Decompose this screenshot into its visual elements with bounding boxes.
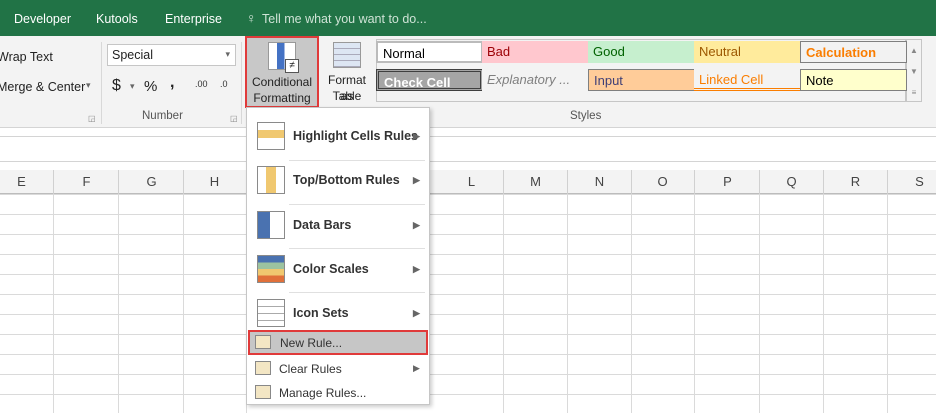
conditional-formatting-button[interactable]: ≠ Conditional Formatting xyxy=(245,36,319,108)
column-gridline xyxy=(567,194,568,413)
top-bottom-icon xyxy=(257,166,285,194)
column-header-p[interactable]: P xyxy=(696,170,760,194)
scroll-up-icon[interactable]: ▲ xyxy=(907,40,921,61)
merge-dropdown-icon[interactable]: ▾ xyxy=(86,80,91,91)
data-bars-icon xyxy=(257,211,285,239)
number-format-select[interactable]: Special ▾ xyxy=(107,44,236,66)
column-gridline xyxy=(503,194,504,413)
column-gridline xyxy=(694,194,695,413)
column-gridline xyxy=(118,194,119,413)
submenu-arrow-icon: ▶ xyxy=(413,220,420,230)
currency-button[interactable]: $ xyxy=(112,77,121,95)
column-header-n[interactable]: N xyxy=(568,170,632,194)
number-group-label: Number xyxy=(142,110,183,122)
lightbulb-icon: ♀ xyxy=(246,10,257,26)
worksheet-grid[interactable] xyxy=(0,194,936,413)
column-header-e[interactable]: E xyxy=(0,170,54,194)
chevron-down-icon: ▾ xyxy=(225,49,230,59)
style-calculation[interactable]: Calculation xyxy=(800,41,907,63)
color-scales-icon xyxy=(257,255,285,283)
submenu-arrow-icon: ▶ xyxy=(413,131,420,141)
tab-developer[interactable]: Developer xyxy=(14,12,71,26)
cf-label-1: Conditional xyxy=(251,75,313,89)
column-header-h[interactable]: H xyxy=(183,170,247,194)
column-gridline xyxy=(183,194,184,413)
ribbon: Wrap Text Merge & Center ▾ ◲ Special ▾ $ … xyxy=(0,36,936,128)
menu-item-color-scales[interactable]: Color Scales ▶ xyxy=(247,249,429,289)
alignment-launcher-icon[interactable]: ◲ xyxy=(88,114,96,123)
column-header-l[interactable]: L xyxy=(440,170,504,194)
conditional-formatting-icon: ≠ xyxy=(268,42,299,73)
column-headers: EFGH LMNOPQRS xyxy=(0,170,936,194)
decrease-decimal-button[interactable]: .0 xyxy=(220,79,228,89)
menu-item-top-bottom-rules[interactable]: Top/Bottom Rules ▶ xyxy=(247,160,429,200)
menu-item-icon-sets[interactable]: Icon Sets ▶ xyxy=(247,293,429,333)
new-rule-icon xyxy=(255,335,271,349)
ribbon-tabs: Developer Kutools Enterprise ♀ Tell me w… xyxy=(0,0,936,36)
column-gridline xyxy=(823,194,824,413)
gallery-more-icon[interactable]: ≡ xyxy=(907,82,921,103)
menu-item-manage-rules[interactable]: Manage Rules... xyxy=(247,382,429,406)
number-format-value: Special xyxy=(112,48,153,62)
submenu-arrow-icon: ▶ xyxy=(413,363,420,373)
conditional-formatting-menu: Highlight Cells Rules ▶ Top/Bottom Rules ▶… xyxy=(246,107,430,405)
tell-me-input[interactable]: Tell me what you want to do... xyxy=(262,12,427,26)
column-header-f[interactable]: F xyxy=(55,170,119,194)
style-bad[interactable]: Bad xyxy=(482,41,589,63)
eraser-icon xyxy=(255,361,271,375)
style-normal[interactable]: Normal xyxy=(376,41,483,63)
gallery-scroll[interactable]: ▲ ▼ ≡ xyxy=(906,39,922,102)
highlight-cells-icon xyxy=(257,122,285,150)
icon-sets-icon xyxy=(257,299,285,327)
percent-button[interactable]: % xyxy=(144,78,157,95)
style-note[interactable]: Note xyxy=(800,69,907,91)
scroll-down-icon[interactable]: ▼ xyxy=(907,61,921,82)
manage-rules-icon xyxy=(255,385,271,399)
formula-bar[interactable] xyxy=(0,136,936,162)
increase-decimal-button[interactable]: .00 xyxy=(195,79,208,89)
style-input[interactable]: Input xyxy=(588,69,695,91)
fat-label-2: Table xyxy=(332,89,362,103)
menu-item-clear-rules[interactable]: Clear Rules ▶ xyxy=(247,358,429,382)
format-as-table-button[interactable]: Format as Table xyxy=(321,36,373,108)
column-header-s[interactable]: S xyxy=(888,170,936,194)
table-brush-icon xyxy=(333,42,361,68)
style-good[interactable]: Good xyxy=(588,41,695,63)
comma-button[interactable]: , xyxy=(170,74,174,92)
style-check-cell[interactable]: Check Cell xyxy=(376,69,483,91)
cf-label-2: Formatting xyxy=(253,91,311,105)
merge-center-button[interactable]: Merge & Center xyxy=(0,80,85,94)
column-gridline xyxy=(887,194,888,413)
style-explanatory[interactable]: Explanatory ... xyxy=(482,69,589,91)
style-linked-cell[interactable]: Linked Cell xyxy=(694,69,801,91)
currency-dropdown-icon[interactable]: ▾ xyxy=(130,81,135,92)
tab-kutools[interactable]: Kutools xyxy=(96,12,138,26)
column-gridline xyxy=(759,194,760,413)
tab-enterprise[interactable]: Enterprise xyxy=(165,12,222,26)
menu-item-highlight-cells-rules[interactable]: Highlight Cells Rules ▶ xyxy=(247,116,429,156)
wrap-text-button[interactable]: Wrap Text xyxy=(0,50,53,64)
style-neutral[interactable]: Neutral xyxy=(694,41,801,63)
column-header-r[interactable]: R xyxy=(824,170,888,194)
submenu-arrow-icon: ▶ xyxy=(413,308,420,318)
styles-group-label: Styles xyxy=(570,110,602,122)
column-gridline xyxy=(53,194,54,413)
column-gridline xyxy=(631,194,632,413)
column-header-g[interactable]: G xyxy=(120,170,184,194)
column-header-q[interactable]: Q xyxy=(760,170,824,194)
menu-item-new-rule[interactable]: New Rule... xyxy=(248,330,428,355)
submenu-arrow-icon: ▶ xyxy=(413,264,420,274)
column-header-o[interactable]: O xyxy=(631,170,695,194)
submenu-arrow-icon: ▶ xyxy=(413,175,420,185)
column-header-m[interactable]: M xyxy=(504,170,568,194)
number-launcher-icon[interactable]: ◲ xyxy=(230,114,238,123)
menu-item-data-bars[interactable]: Data Bars ▶ xyxy=(247,205,429,245)
